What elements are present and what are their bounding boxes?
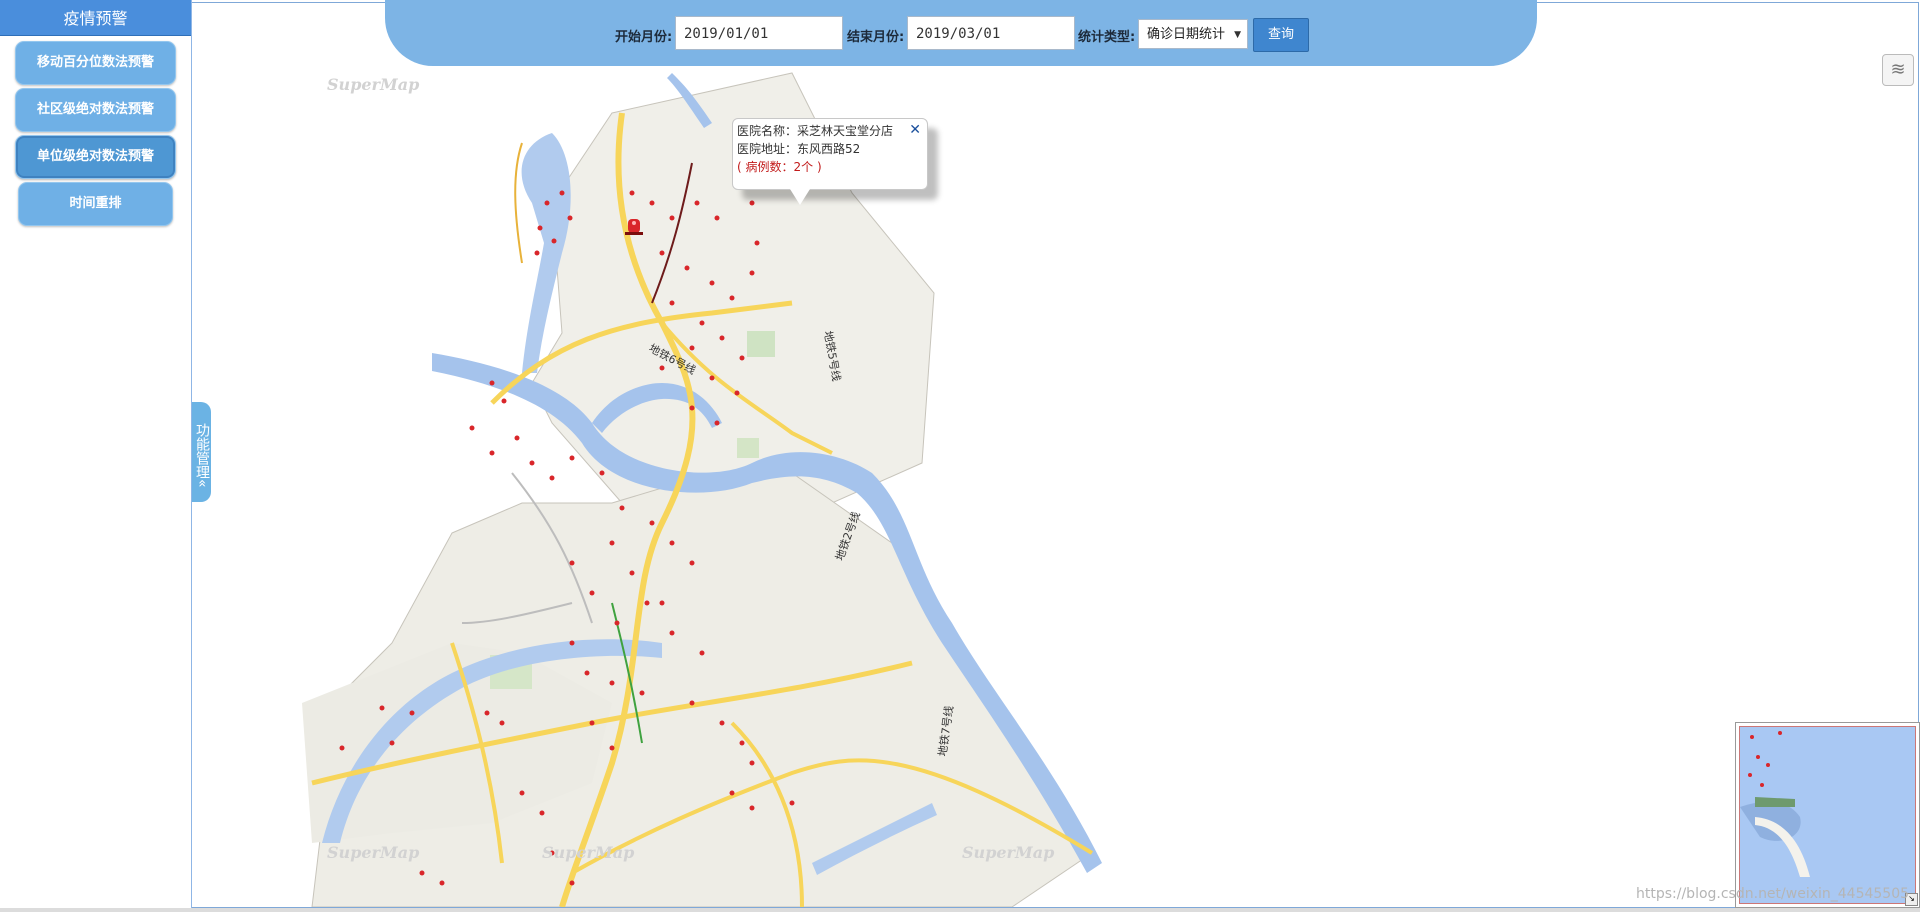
close-icon[interactable]: ✕ xyxy=(909,121,921,139)
map-canvas[interactable] xyxy=(192,3,1918,907)
watermark: SuperMap xyxy=(327,75,420,94)
function-manage-tab[interactable]: 功能管理« xyxy=(192,402,211,502)
popup-hospital-address: 医院地址：东风西路52 xyxy=(737,142,861,156)
sidebar-title: 疫情预警 xyxy=(0,0,191,36)
sidebar: 疫情预警 移动百分位数法预警 社区级绝对数法预警 单位级绝对数法预警 时间重排 xyxy=(0,0,192,908)
popup-hospital-name: 医院名称：采芝林天宝堂分店 xyxy=(737,124,894,138)
stat-type-value: 确诊日期统计 xyxy=(1147,27,1226,42)
watermark: SuperMap xyxy=(962,843,1055,862)
start-month-label: 开始月份: xyxy=(615,30,673,45)
query-bar: 开始月份: 2019/01/01 结束月份: 2019/03/01 统计类型: … xyxy=(385,0,1537,66)
community-absolute-alert-button[interactable]: 社区级绝对数法预警 xyxy=(15,88,176,132)
bottom-strip xyxy=(0,908,1920,912)
map-view[interactable]: SuperMap SuperMap SuperMap SuperMap 地铁6号… xyxy=(192,2,1919,908)
popup-tail xyxy=(790,189,810,205)
moving-percentile-alert-button[interactable]: 移动百分位数法预警 xyxy=(15,41,176,85)
stat-type-label: 统计类型: xyxy=(1078,30,1136,45)
end-month-input[interactable]: 2019/03/01 xyxy=(907,16,1075,50)
stat-type-select[interactable]: 确诊日期统计 ▼ xyxy=(1138,19,1248,49)
query-button[interactable]: 查询 xyxy=(1253,18,1309,52)
watermark: SuperMap xyxy=(327,843,420,862)
start-month-input[interactable]: 2019/01/01 xyxy=(675,16,843,50)
credit-watermark: https://blog.csdn.net/weixin_44545505 xyxy=(1636,886,1910,902)
watermark: SuperMap xyxy=(542,843,635,862)
overview-map-view[interactable] xyxy=(1739,726,1916,904)
hospital-popup: 医院名称：采芝林天宝堂分店 医院地址：东风西路52 ( 病例数：2个 ) ✕ xyxy=(732,118,928,190)
chevron-down-icon: ▼ xyxy=(1234,30,1241,40)
time-reorder-button[interactable]: 时间重排 xyxy=(18,182,173,226)
layers-icon[interactable]: ≋ xyxy=(1882,54,1914,86)
overview-map[interactable]: ↘ xyxy=(1735,722,1920,908)
popup-case-count: ( 病例数：2个 ) xyxy=(737,160,822,174)
unit-absolute-alert-button[interactable]: 单位级绝对数法预警 xyxy=(15,135,176,179)
end-month-label: 结束月份: xyxy=(847,30,905,45)
